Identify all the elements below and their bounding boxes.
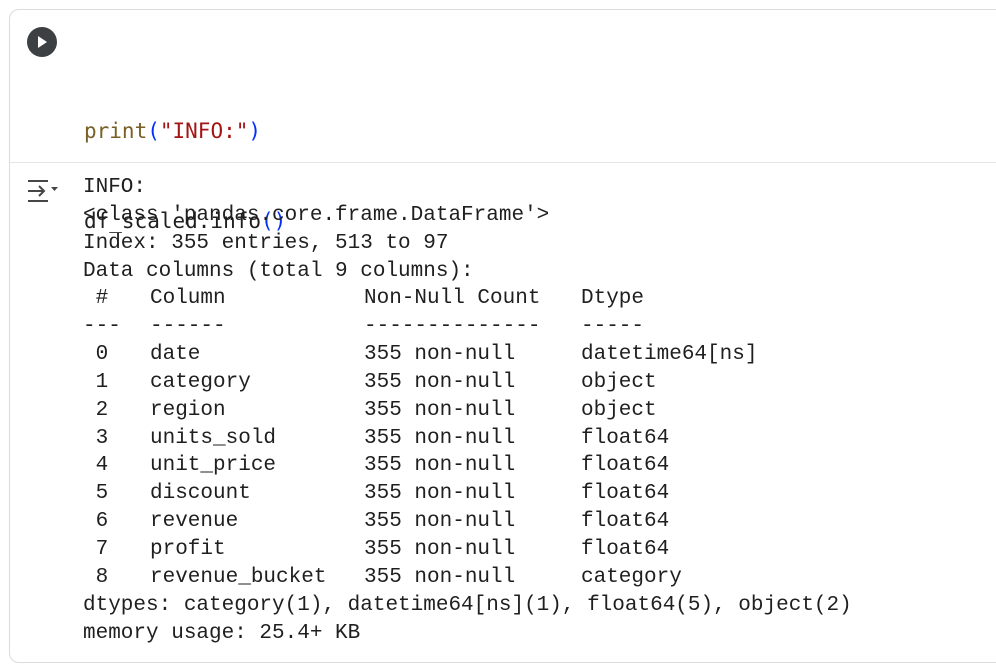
row-nonnull-count: 355 non-null xyxy=(364,565,516,589)
row-column-name: discount xyxy=(150,482,251,506)
row-dtype: float64 xyxy=(581,482,670,506)
row-nonnull-count: 355 non-null xyxy=(364,398,516,422)
row-nonnull-count: 355 non-null xyxy=(364,537,516,561)
output-toggle-icon xyxy=(28,180,58,202)
table-row: 5 discount 355 non-null float64 xyxy=(83,480,852,508)
output-table-header: # Column Non-Null Count Dtype xyxy=(83,285,852,313)
output-toggle-button[interactable] xyxy=(26,178,60,204)
output-line-label: INFO: xyxy=(83,176,147,199)
output-line-dtypes: dtypes: category(1), datetime64[ns](1), … xyxy=(83,593,852,617)
row-index: 3 xyxy=(83,426,121,450)
table-row: 8 revenue_bucket 355 non-null category xyxy=(83,564,852,592)
row-dtype: float64 xyxy=(581,537,670,561)
row-column-name: category xyxy=(150,370,251,394)
row-nonnull-count: 355 non-null xyxy=(364,370,516,394)
table-row: 2 region 355 non-null object xyxy=(83,397,852,425)
table-row: 3 units_sold 355 non-null float64 xyxy=(83,425,852,453)
play-icon xyxy=(38,36,47,48)
cell-output: INFO: <class 'pandas.core.frame.DataFrame… xyxy=(83,174,852,647)
row-index: 5 xyxy=(83,482,121,506)
row-nonnull-count: 355 non-null xyxy=(364,426,516,450)
output-line-index: Index: 355 entries, 513 to 97 xyxy=(83,231,449,255)
code-token-paren: ( xyxy=(147,119,160,143)
row-index: 8 xyxy=(83,565,121,589)
row-column-name: date xyxy=(150,343,201,367)
table-row: 1 category 355 non-null object xyxy=(83,369,852,397)
header-dtype: Dtype xyxy=(581,287,645,311)
row-nonnull-count: 355 non-null xyxy=(364,454,516,478)
row-dtype: datetime64[ns] xyxy=(581,343,758,367)
row-column-name: revenue_bucket xyxy=(150,565,327,589)
row-dtype: float64 xyxy=(581,454,670,478)
row-nonnull-count: 355 non-null xyxy=(364,510,516,534)
row-nonnull-count: 355 non-null xyxy=(364,343,516,367)
output-line-memory: memory usage: 25.4+ KB xyxy=(83,621,361,645)
table-row: 0 date 355 non-null datetime64[ns] xyxy=(83,341,852,369)
row-column-name: profit xyxy=(150,537,226,561)
output-table-separator: --- ------ -------------- ----- xyxy=(83,313,852,341)
row-index: 2 xyxy=(83,398,121,422)
row-column-name: revenue xyxy=(150,510,239,534)
header-nonnull-count: Non-Null Count xyxy=(364,287,541,311)
code-token-paren: ) xyxy=(248,119,262,143)
row-index: 7 xyxy=(83,537,121,561)
row-dtype: category xyxy=(581,565,682,589)
row-dtype: float64 xyxy=(581,426,670,450)
table-row: 6 revenue 355 non-null float64 xyxy=(83,508,852,536)
separator-dtype: ----- xyxy=(581,315,645,339)
row-index: 6 xyxy=(83,510,121,534)
row-index: 0 xyxy=(83,343,121,367)
row-dtype: float64 xyxy=(581,510,670,534)
row-nonnull-count: 355 non-null xyxy=(364,482,516,506)
code-line-1: print("INFO:") xyxy=(84,116,286,146)
row-dtype: object xyxy=(581,398,657,422)
output-line-columns: Data columns (total 9 columns): xyxy=(83,259,474,283)
table-row: 7 profit 355 non-null float64 xyxy=(83,536,852,564)
output-table-rows: 0 date 355 non-null datetime64[ns] 1 categ… xyxy=(83,341,852,592)
separator-index: --- xyxy=(83,315,121,339)
separator-column: ------ xyxy=(150,315,226,339)
output-divider xyxy=(10,162,996,163)
output-line-class: <class 'pandas.core.frame.DataFrame'> xyxy=(83,203,550,227)
header-index: # xyxy=(83,287,121,311)
code-token-function: print xyxy=(84,119,148,143)
row-column-name: region xyxy=(150,398,226,422)
row-index: 4 xyxy=(83,454,121,478)
separator-nonnull-count: -------------- xyxy=(364,315,541,339)
row-column-name: units_sold xyxy=(150,426,277,450)
code-token-string: "INFO:" xyxy=(159,119,249,143)
header-column: Column xyxy=(150,287,226,311)
row-column-name: unit_price xyxy=(150,454,277,478)
row-dtype: object xyxy=(581,370,657,394)
table-row: 4 unit_price 355 non-null float64 xyxy=(83,452,852,480)
row-index: 1 xyxy=(83,370,121,394)
run-cell-button[interactable] xyxy=(27,27,57,57)
